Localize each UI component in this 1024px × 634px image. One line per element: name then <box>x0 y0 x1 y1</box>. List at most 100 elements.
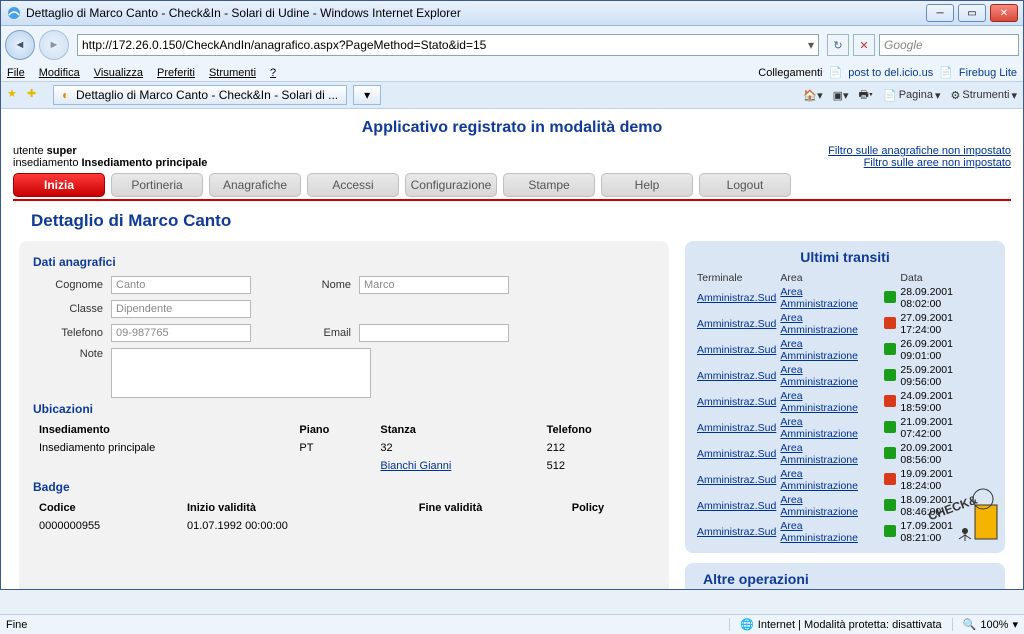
transit-row: Amministraz.Sud Area Amministrazione 24.09… <box>695 389 995 415</box>
page-menu[interactable]: 📄 Pagina ▾ <box>883 89 941 102</box>
svg-text:CHECK&: CHECK& <box>926 492 979 523</box>
links-label: Collegamenti <box>758 67 822 79</box>
feed-button[interactable]: ▣▾ <box>833 89 849 102</box>
nav-inizia[interactable]: Inizia <box>13 173 105 197</box>
url-text: http://172.26.0.150/CheckAndIn/anagrafic… <box>82 38 486 52</box>
cognome-input[interactable] <box>111 276 251 294</box>
transit-row: Amministraz.Sud Area Amministrazione 25.09… <box>695 363 995 389</box>
terminal-link[interactable]: Amministraz.Sud <box>697 448 776 460</box>
area-link[interactable]: Area Amministrazione <box>780 286 858 310</box>
area-link[interactable]: Area Amministrazione <box>780 494 858 518</box>
print-button[interactable]: 🖶▾ <box>859 86 873 105</box>
transit-date: 27.09.2001 17:24:00 <box>898 311 995 337</box>
nome-input[interactable] <box>359 276 509 294</box>
area-link[interactable]: Area Amministrazione <box>780 520 858 544</box>
menu-help[interactable]: ? <box>270 67 276 79</box>
direction-icon <box>884 421 896 433</box>
insediamento-name: Insediamento principale <box>82 157 208 169</box>
terminal-link[interactable]: Amministraz.Sud <box>697 292 776 304</box>
refresh-button[interactable]: ↻ <box>827 34 849 56</box>
direction-icon <box>884 525 896 537</box>
ie-icon <box>6 5 22 21</box>
menu-visualizza[interactable]: Visualizza <box>94 67 143 79</box>
terminal-link[interactable]: Amministraz.Sud <box>697 344 776 356</box>
transit-row: Amministraz.SudArea Amministrazione28.09… <box>695 285 995 311</box>
transit-date: 20.09.2001 08:56:00 <box>898 441 995 467</box>
minimize-button[interactable]: ─ <box>926 4 954 22</box>
main-nav: Inizia Portineria Anagrafiche Accessi Co… <box>13 173 1011 197</box>
nav-portineria[interactable]: Portineria <box>111 173 203 197</box>
transit-date: 21.09.2001 07:42:00 <box>898 415 995 441</box>
menu-bar: File Modifica Visualizza Preferiti Strum… <box>1 64 1023 82</box>
table-row: Bianchi Gianni512 <box>35 458 653 474</box>
email-input[interactable] <box>359 324 509 342</box>
links-bar: Collegamenti 📄 post to del.icio.us 📄 Fir… <box>758 66 1017 79</box>
add-favorites-icon[interactable]: ✚ <box>27 87 43 103</box>
transit-row: Amministraz.Sud Area Amministrazione 26.09… <box>695 337 995 363</box>
link-delicious[interactable]: post to del.icio.us <box>848 67 933 79</box>
search-box[interactable]: Google <box>879 34 1019 56</box>
terminal-link[interactable]: Amministraz.Sud <box>697 370 776 382</box>
stop-button[interactable]: ✕ <box>853 34 875 56</box>
area-link[interactable]: Area Amministrazione <box>780 312 858 336</box>
tools-menu[interactable]: ⚙ Strumenti ▾ <box>951 89 1017 102</box>
globe-icon: 🌐 <box>740 618 754 631</box>
close-button[interactable]: ✕ <box>990 4 1018 22</box>
terminal-link[interactable]: Amministraz.Sud <box>697 422 776 434</box>
chevron-down-icon[interactable]: ▾ <box>1012 618 1018 631</box>
nav-logout[interactable]: Logout <box>699 173 791 197</box>
direction-icon <box>884 317 896 329</box>
ie-page-icon: 📄 <box>829 66 843 79</box>
area-link[interactable]: Area Amministrazione <box>780 338 858 362</box>
address-bar[interactable]: http://172.26.0.150/CheckAndIn/anagrafic… <box>77 34 819 56</box>
terminal-link[interactable]: Amministraz.Sud <box>697 526 776 538</box>
area-link[interactable]: Area Amministrazione <box>780 416 858 440</box>
ubicazioni-table: Insediamento Piano Stanza Telefono Insed… <box>33 420 655 476</box>
nav-stampe[interactable]: Stampe <box>503 173 595 197</box>
status-text: Fine <box>6 619 729 631</box>
bianchi-link[interactable]: Bianchi Gianni <box>380 460 451 472</box>
area-link[interactable]: Area Amministrazione <box>780 468 858 492</box>
status-bar: Fine 🌐 Internet | Modalità protetta: dis… <box>0 614 1024 634</box>
back-button[interactable]: ◄ <box>5 30 35 60</box>
note-input[interactable] <box>111 348 371 398</box>
transit-date: 24.09.2001 18:59:00 <box>898 389 995 415</box>
transit-date: 26.09.2001 09:01:00 <box>898 337 995 363</box>
context-bar: utente super insediamento Insediamento p… <box>13 145 1011 169</box>
chevron-down-icon[interactable]: ▾ <box>808 38 814 52</box>
classe-input[interactable] <box>111 300 251 318</box>
terminal-link[interactable]: Amministraz.Sud <box>697 500 776 512</box>
section-anagrafici: Dati anagrafici <box>33 255 655 269</box>
telefono-input[interactable] <box>111 324 251 342</box>
user-name: super <box>47 145 77 157</box>
table-row: 000000095501.07.1992 00:00:00 <box>35 518 653 534</box>
menu-strumenti[interactable]: Strumenti <box>209 67 256 79</box>
menu-modifica[interactable]: Modifica <box>39 67 80 79</box>
link-firebug[interactable]: Firebug Lite <box>959 67 1017 79</box>
zoom-icon: 🔍 <box>963 618 977 631</box>
terminal-link[interactable]: Amministraz.Sud <box>697 474 776 486</box>
terminal-link[interactable]: Amministraz.Sud <box>697 318 776 330</box>
area-link[interactable]: Area Amministrazione <box>780 442 858 466</box>
menu-preferiti[interactable]: Preferiti <box>157 67 195 79</box>
new-tab-button[interactable]: ▾ <box>353 85 381 105</box>
zone-indicator[interactable]: 🌐 Internet | Modalità protetta: disattiv… <box>729 618 952 631</box>
filter-anagrafiche-link[interactable]: Filtro sulle anagrafiche non impostato <box>828 145 1011 157</box>
nav-accessi[interactable]: Accessi <box>307 173 399 197</box>
zoom-control[interactable]: 🔍 100% ▾ <box>952 618 1018 631</box>
favorites-star-icon[interactable]: ★ <box>7 87 23 103</box>
nav-anagrafiche[interactable]: Anagrafiche <box>209 173 301 197</box>
transit-date: 25.09.2001 09:56:00 <box>898 363 995 389</box>
home-button[interactable]: 🏠▾ <box>803 89 822 102</box>
nav-help[interactable]: Help <box>601 173 693 197</box>
nav-configurazione[interactable]: Configurazione <box>405 173 497 197</box>
terminal-link[interactable]: Amministraz.Sud <box>697 396 776 408</box>
browser-tab[interactable]: ◐ Dettaglio di Marco Canto - Check&In - … <box>53 85 347 105</box>
filter-aree-link[interactable]: Filtro sulle aree non impostato <box>828 157 1011 169</box>
menu-file[interactable]: File <box>7 67 25 79</box>
maximize-button[interactable]: ▭ <box>958 4 986 22</box>
area-link[interactable]: Area Amministrazione <box>780 390 858 414</box>
divider <box>13 199 1011 201</box>
forward-button[interactable]: ► <box>39 30 69 60</box>
area-link[interactable]: Area Amministrazione <box>780 364 858 388</box>
